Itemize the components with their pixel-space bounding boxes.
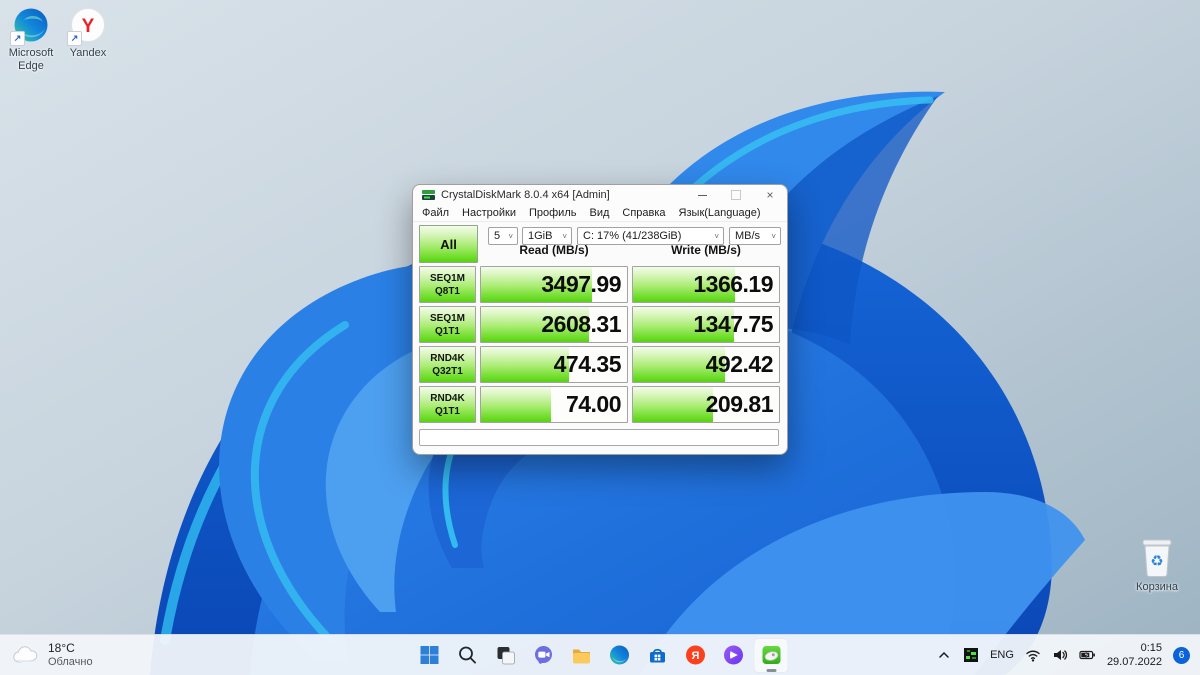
chat-icon: [534, 646, 552, 664]
tray-date: 29.07.2022: [1106, 656, 1162, 668]
crystaldiskmark-window: CrystalDiskMark 8.0.4 x64 [Admin] × Файл…: [412, 184, 788, 455]
read-value: 74.00: [565, 391, 622, 417]
write-result-cell[interactable]: 492.42: [632, 346, 780, 383]
svg-text:Y: Y: [82, 16, 95, 37]
volume-icon[interactable]: [1052, 647, 1068, 663]
alice-button[interactable]: [716, 638, 751, 673]
edge-icon: [609, 645, 629, 665]
read-result-cell[interactable]: 74.00: [480, 386, 628, 423]
read-value: 3497.99: [541, 271, 621, 297]
task-view-button[interactable]: [488, 638, 523, 673]
file-explorer-button[interactable]: [564, 638, 599, 673]
svg-text:♻: ♻: [1150, 552, 1163, 570]
yandex-browser-button[interactable]: Я: [678, 638, 713, 673]
read-value: 474.35: [553, 351, 622, 377]
test-label-rnd4k-q1t1[interactable]: RND4K Q1T1: [419, 386, 476, 423]
result-bar: [481, 387, 552, 422]
tray-time: 0:15: [1140, 641, 1162, 654]
shortcut-arrow-icon: ↗: [67, 31, 82, 46]
tray-chevron-up-icon[interactable]: [936, 647, 952, 663]
search-icon: [458, 646, 476, 664]
yandex-browser-icon: Я: [685, 645, 705, 665]
windows-start-icon: [420, 646, 438, 664]
write-value: 1347.75: [693, 311, 773, 337]
all-test-button[interactable]: All: [419, 225, 478, 263]
search-button[interactable]: [450, 638, 485, 673]
cloud-icon: [13, 646, 38, 663]
file-explorer-icon: [572, 649, 590, 664]
weather-condition: Облачно: [48, 655, 93, 668]
menu-help[interactable]: Справка: [622, 207, 665, 219]
maximize-button[interactable]: [719, 185, 753, 205]
edge-button[interactable]: [602, 638, 637, 673]
crystaldiskmark-tray-icon[interactable]: [963, 647, 979, 663]
chevron-down-icon: ˅: [771, 231, 776, 241]
start-button[interactable]: [412, 638, 447, 673]
shortcut-arrow-icon: ↗: [10, 31, 25, 46]
battery-icon[interactable]: [1079, 647, 1096, 663]
language-indicator[interactable]: ENG: [990, 649, 1014, 661]
svg-text:Я: Я: [691, 650, 699, 662]
write-result-cell[interactable]: 1347.75: [632, 306, 780, 343]
read-value: 2608.31: [541, 311, 621, 337]
write-value: 1366.19: [693, 271, 773, 297]
menu-settings[interactable]: Настройки: [462, 207, 516, 219]
write-value: 209.81: [705, 391, 774, 417]
crystaldiskmark-icon: [762, 646, 780, 664]
weather-widget[interactable]: 18°C Облачно: [12, 635, 93, 675]
read-column-header: Read (MB/s): [519, 243, 589, 257]
notification-badge[interactable]: 6: [1173, 646, 1190, 664]
chevron-down-icon: ˅: [508, 231, 513, 241]
result-bar: [633, 387, 714, 422]
desktop-icon-yandex[interactable]: Y ↗ Yandex: [61, 5, 115, 60]
menu-profile[interactable]: Профиль: [529, 207, 577, 219]
desktop: ↗ Microsoft Edge Y ↗ Yandex ♻ Корзина Cr…: [0, 0, 1200, 675]
wifi-icon[interactable]: [1025, 647, 1041, 663]
close-button[interactable]: ×: [753, 185, 787, 205]
task-view-icon: [497, 647, 515, 665]
recycle-bin-icon: ♻: [1142, 539, 1172, 577]
write-column-header: Write (MB/s): [671, 243, 741, 257]
minimize-button[interactable]: [685, 185, 719, 205]
desktop-icon-edge[interactable]: ↗ Microsoft Edge: [2, 5, 60, 72]
title-bar[interactable]: CrystalDiskMark 8.0.4 x64 [Admin] ×: [413, 185, 787, 205]
write-result-cell[interactable]: 209.81: [632, 386, 780, 423]
read-result-cell[interactable]: 3497.99: [480, 266, 628, 303]
test-label-seq1m-q1t1[interactable]: SEQ1M Q1T1: [419, 306, 476, 343]
desktop-icon-label: Корзина: [1136, 581, 1178, 593]
alice-icon: [723, 645, 743, 665]
test-label-seq1m-q8t1[interactable]: SEQ1M Q8T1: [419, 266, 476, 303]
desktop-icon-label: Yandex: [69, 47, 107, 59]
chevron-down-icon: ˅: [562, 231, 567, 241]
desktop-icon-label: Microsoft Edge: [8, 47, 54, 72]
chat-button[interactable]: [526, 638, 561, 673]
store-icon: [649, 648, 665, 663]
clock[interactable]: 0:15 29.07.2022: [1107, 641, 1162, 670]
store-button[interactable]: [640, 638, 675, 673]
taskbar: 18°C Облачно Я ENG 0:15 29.07.2022 6: [0, 634, 1200, 675]
write-result-cell[interactable]: 1366.19: [632, 266, 780, 303]
desktop-icon-recycle-bin[interactable]: ♻ Корзина: [1124, 537, 1190, 594]
menu-language[interactable]: Язык(Language): [679, 207, 761, 219]
menu-bar: Файл Настройки Профиль Вид Справка Язык(…: [413, 205, 787, 222]
crystaldiskmark-app-icon: [422, 190, 435, 200]
menu-file[interactable]: Файл: [422, 207, 449, 219]
read-result-cell[interactable]: 2608.31: [480, 306, 628, 343]
read-result-cell[interactable]: 474.35: [480, 346, 628, 383]
menu-view[interactable]: Вид: [589, 207, 609, 219]
window-title: CrystalDiskMark 8.0.4 x64 [Admin]: [441, 189, 610, 201]
crystaldiskmark-taskbar-button[interactable]: [753, 637, 789, 673]
weather-temperature: 18°C: [48, 640, 75, 655]
chevron-down-icon: ˅: [714, 231, 719, 241]
write-value: 492.42: [705, 351, 774, 377]
test-label-rnd4k-q32t1[interactable]: RND4K Q32T1: [419, 346, 476, 383]
status-bar: [419, 429, 779, 446]
